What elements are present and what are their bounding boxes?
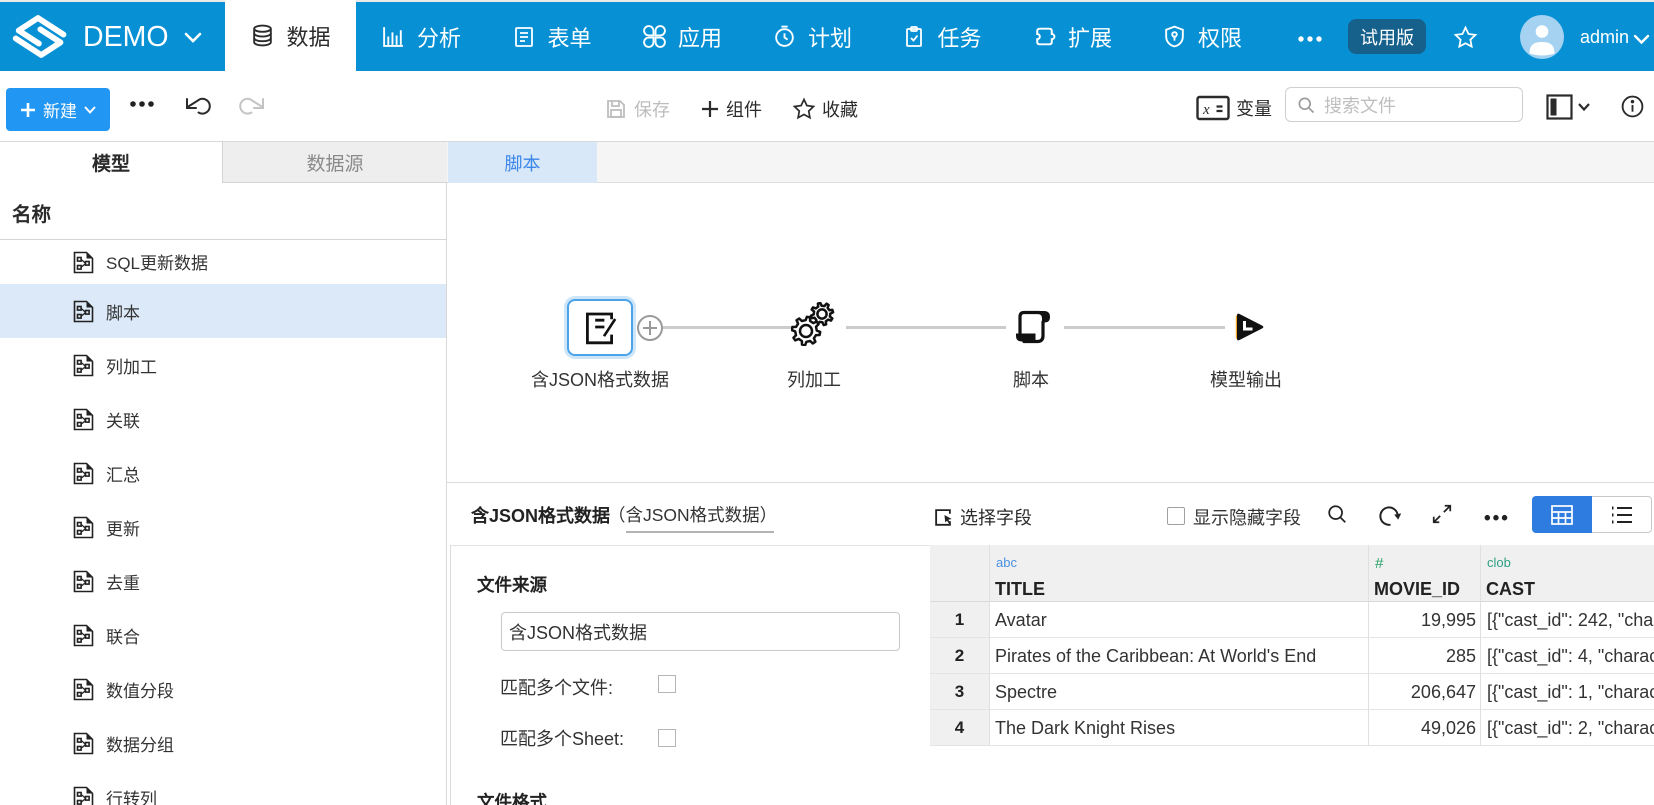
svg-text:x: x (1202, 102, 1210, 118)
